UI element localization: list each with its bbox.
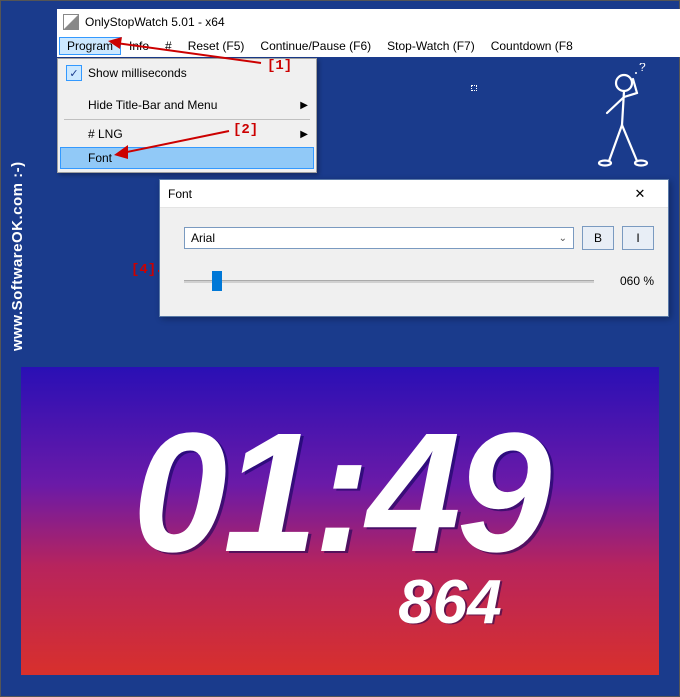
annotation-label-2: [2] xyxy=(233,122,258,138)
menu-separator xyxy=(64,119,310,120)
menu-item-label: Hide Title-Bar and Menu xyxy=(88,98,217,112)
font-dialog-title: Font xyxy=(168,187,192,201)
menu-program[interactable]: Program xyxy=(59,37,121,55)
window-title: OnlyStopWatch 5.01 - x64 xyxy=(85,15,225,29)
font-dialog-titlebar[interactable]: Font ✕ xyxy=(160,180,668,208)
font-size-slider[interactable] xyxy=(184,270,594,292)
menu-info[interactable]: Info xyxy=(121,37,157,55)
menu-stopwatch[interactable]: Stop-Watch (F7) xyxy=(379,37,483,55)
menu-hide-titlebar[interactable]: Hide Title-Bar and Menu ▶ xyxy=(60,93,314,117)
menu-lng[interactable]: # LNG ▶ xyxy=(60,122,314,146)
timer-main-value: 01:49 xyxy=(133,408,548,578)
font-select-value: Arial xyxy=(191,231,215,245)
slider-track xyxy=(184,280,594,283)
thinking-stickman-icon: ? xyxy=(587,63,657,173)
chevron-down-icon: ⌄ xyxy=(559,233,567,244)
titlebar[interactable]: OnlyStopWatch 5.01 - x64 xyxy=(57,9,680,35)
watermark-text: www.SoftwareOK.com :-) xyxy=(9,161,26,351)
check-icon: ✓ xyxy=(66,65,82,81)
svg-text:?: ? xyxy=(639,63,646,74)
menubar: Program Info # Reset (F5) Continue/Pause… xyxy=(57,35,680,57)
menu-reset[interactable]: Reset (F5) xyxy=(180,37,253,55)
font-dialog: Font ✕ Arial ⌄ B I 060 % xyxy=(159,179,669,317)
submenu-arrow-icon: ▶ xyxy=(300,129,308,140)
menu-continue-pause[interactable]: Continue/Pause (F6) xyxy=(252,37,379,55)
slider-thumb[interactable] xyxy=(212,271,222,291)
main-window: OnlyStopWatch 5.01 - x64 Program Info # … xyxy=(57,9,680,57)
menu-item-truncated[interactable] xyxy=(60,85,314,93)
decorative-marker xyxy=(471,85,477,91)
close-icon: ✕ xyxy=(635,186,646,202)
timer-display-panel: 01:49 864 xyxy=(21,367,659,675)
annotation-label-1: [1] xyxy=(267,58,292,74)
menu-font[interactable]: Font xyxy=(60,147,314,169)
italic-button[interactable]: I xyxy=(622,226,654,250)
font-family-select[interactable]: Arial ⌄ xyxy=(184,227,574,249)
app-icon xyxy=(63,14,79,30)
menu-item-label: # LNG xyxy=(88,127,123,141)
font-dialog-body: Arial ⌄ B I 060 % xyxy=(160,208,668,316)
menu-hash[interactable]: # xyxy=(157,37,180,55)
menu-item-label: Show milliseconds xyxy=(88,66,187,80)
submenu-arrow-icon: ▶ xyxy=(300,100,308,111)
menu-countdown[interactable]: Countdown (F8 xyxy=(483,37,581,55)
program-dropdown: ✓ Show milliseconds Hide Title-Bar and M… xyxy=(57,58,317,173)
slider-value-label: 060 % xyxy=(606,274,654,288)
annotation-label-4: [4] xyxy=(131,262,156,278)
close-button[interactable]: ✕ xyxy=(620,182,660,206)
timer-milliseconds: 864 xyxy=(398,572,501,634)
bold-button[interactable]: B xyxy=(582,226,614,250)
menu-item-label: Font xyxy=(88,151,112,165)
